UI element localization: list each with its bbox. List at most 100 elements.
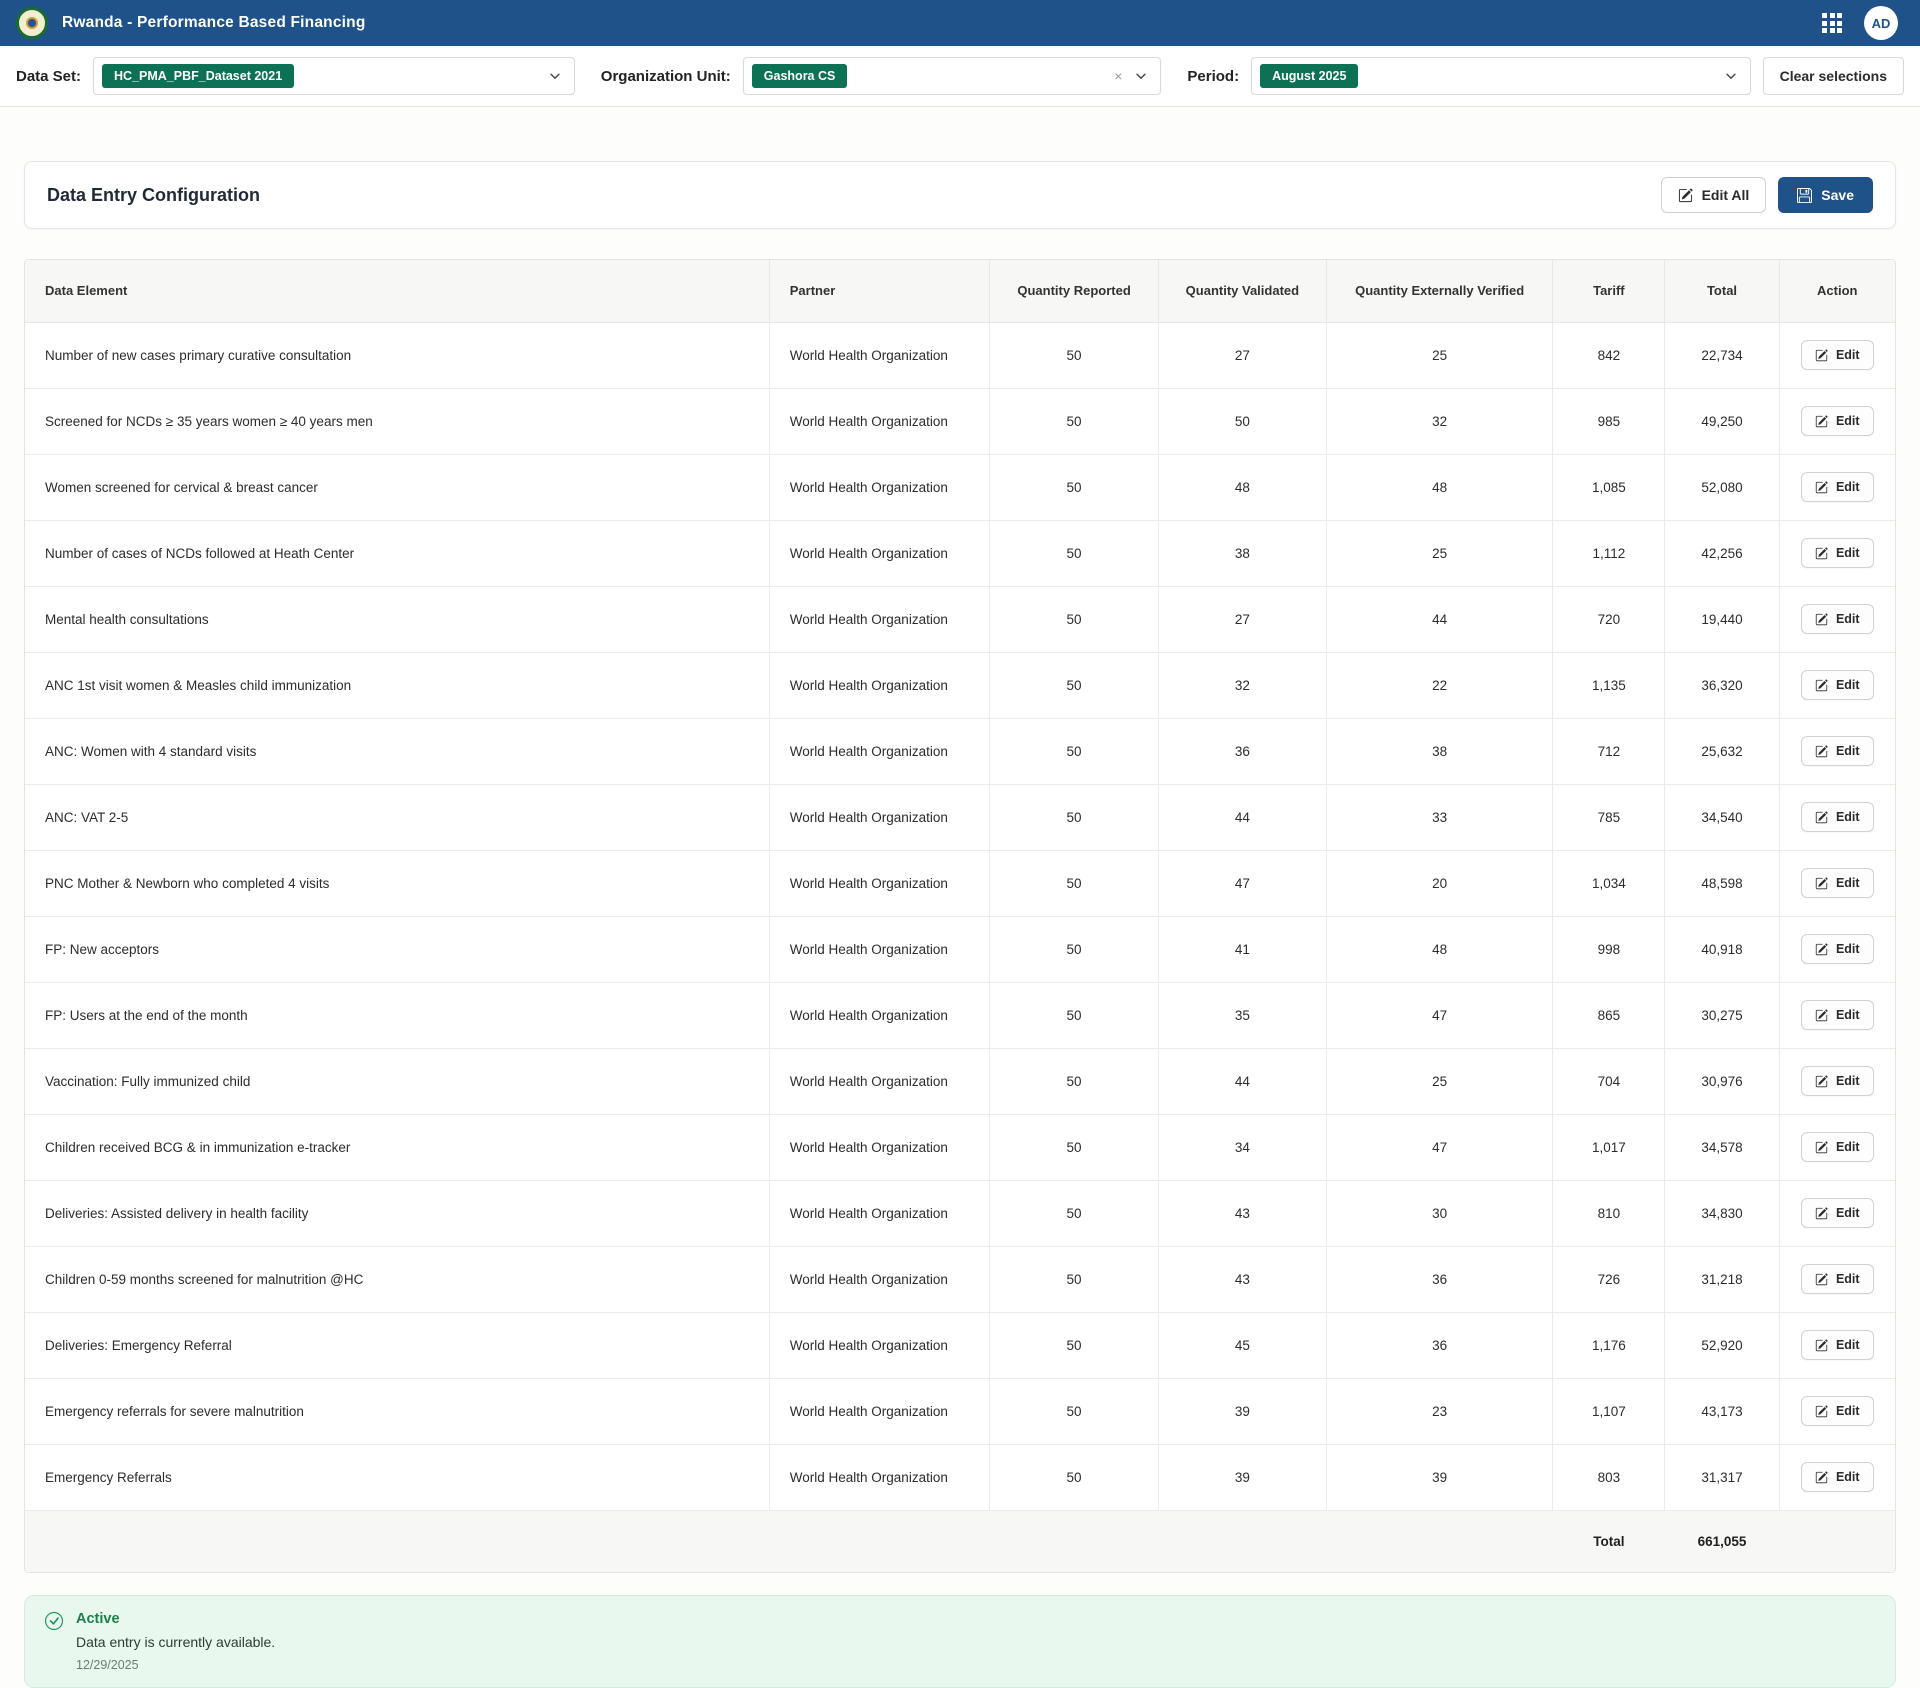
quantity-reported-cell: 50 bbox=[990, 916, 1158, 982]
tariff-cell: 1,135 bbox=[1553, 652, 1665, 718]
data-element-cell: FP: New acceptors bbox=[25, 916, 769, 982]
total-cell: 34,830 bbox=[1665, 1180, 1779, 1246]
table-row: PNC Mother & Newborn who completed 4 vis… bbox=[25, 850, 1895, 916]
action-cell: Edit bbox=[1779, 388, 1895, 454]
edit-label: Edit bbox=[1836, 678, 1860, 692]
tariff-cell: 1,112 bbox=[1553, 520, 1665, 586]
edit-row-button[interactable]: Edit bbox=[1801, 1000, 1874, 1030]
action-cell: Edit bbox=[1779, 982, 1895, 1048]
orgunit-tag: Gashora CS bbox=[752, 64, 848, 88]
edit-all-label: Edit All bbox=[1702, 187, 1750, 203]
edit-label: Edit bbox=[1836, 414, 1860, 428]
quantity-validated-cell: 44 bbox=[1158, 784, 1326, 850]
edit-row-button[interactable]: Edit bbox=[1801, 538, 1874, 568]
avatar[interactable]: AD bbox=[1864, 6, 1898, 40]
data-element-cell: Vaccination: Fully immunized child bbox=[25, 1048, 769, 1114]
edit-row-button[interactable]: Edit bbox=[1801, 1396, 1874, 1426]
col-quantity-validated: Quantity Validated bbox=[1158, 260, 1326, 322]
table-row: Women screened for cervical & breast can… bbox=[25, 454, 1895, 520]
edit-label: Edit bbox=[1836, 1272, 1860, 1286]
partner-cell: World Health Organization bbox=[769, 916, 990, 982]
clear-orgunit-icon[interactable]: × bbox=[1114, 68, 1122, 84]
edit-row-button[interactable]: Edit bbox=[1801, 802, 1874, 832]
orgunit-select[interactable]: Gashora CS × bbox=[743, 57, 1162, 95]
edit-label: Edit bbox=[1836, 744, 1860, 758]
partner-cell: World Health Organization bbox=[769, 1114, 990, 1180]
edit-all-button[interactable]: Edit All bbox=[1661, 177, 1767, 213]
total-cell: 25,632 bbox=[1665, 718, 1779, 784]
edit-label: Edit bbox=[1836, 480, 1860, 494]
data-element-cell: ANC 1st visit women & Measles child immu… bbox=[25, 652, 769, 718]
total-cell: 31,218 bbox=[1665, 1246, 1779, 1312]
quantity-externally-verified-cell: 44 bbox=[1327, 586, 1553, 652]
quantity-validated-cell: 34 bbox=[1158, 1114, 1326, 1180]
edit-row-button[interactable]: Edit bbox=[1801, 1198, 1874, 1228]
table-row: Number of new cases primary curative con… bbox=[25, 322, 1895, 388]
save-button[interactable]: Save bbox=[1778, 177, 1873, 213]
edit-row-button[interactable]: Edit bbox=[1801, 340, 1874, 370]
action-cell: Edit bbox=[1779, 586, 1895, 652]
edit-label: Edit bbox=[1836, 810, 1860, 824]
edit-row-button[interactable]: Edit bbox=[1801, 934, 1874, 964]
total-cell: 34,540 bbox=[1665, 784, 1779, 850]
tariff-cell: 842 bbox=[1553, 322, 1665, 388]
pencil-square-icon bbox=[1815, 1405, 1828, 1418]
partner-cell: World Health Organization bbox=[769, 388, 990, 454]
quantity-reported-cell: 50 bbox=[990, 1180, 1158, 1246]
dataset-select[interactable]: HC_PMA_PBF_Dataset 2021 bbox=[93, 57, 575, 95]
pencil-square-icon bbox=[1815, 547, 1828, 560]
quantity-validated-cell: 47 bbox=[1158, 850, 1326, 916]
quantity-externally-verified-cell: 39 bbox=[1327, 1444, 1553, 1510]
tariff-cell: 712 bbox=[1553, 718, 1665, 784]
quantity-externally-verified-cell: 38 bbox=[1327, 718, 1553, 784]
quantity-reported-cell: 50 bbox=[990, 1048, 1158, 1114]
edit-label: Edit bbox=[1836, 1074, 1860, 1088]
edit-row-button[interactable]: Edit bbox=[1801, 736, 1874, 766]
edit-row-button[interactable]: Edit bbox=[1801, 868, 1874, 898]
table-row: Deliveries: Assisted delivery in health … bbox=[25, 1180, 1895, 1246]
period-tag: August 2025 bbox=[1260, 64, 1358, 88]
pencil-square-icon bbox=[1815, 415, 1828, 428]
pencil-square-icon bbox=[1815, 1207, 1828, 1220]
orgunit-label: Organization Unit: bbox=[601, 68, 731, 85]
edit-row-button[interactable]: Edit bbox=[1801, 1264, 1874, 1294]
clear-selections-button[interactable]: Clear selections bbox=[1763, 57, 1904, 95]
apps-grid-icon[interactable] bbox=[1822, 13, 1842, 33]
edit-row-button[interactable]: Edit bbox=[1801, 1330, 1874, 1360]
pencil-square-icon bbox=[1815, 1141, 1828, 1154]
app-title: Rwanda - Performance Based Financing bbox=[62, 14, 366, 32]
action-cell: Edit bbox=[1779, 1114, 1895, 1180]
quantity-externally-verified-cell: 47 bbox=[1327, 982, 1553, 1048]
edit-row-button[interactable]: Edit bbox=[1801, 406, 1874, 436]
edit-row-button[interactable]: Edit bbox=[1801, 1462, 1874, 1492]
partner-cell: World Health Organization bbox=[769, 1444, 990, 1510]
total-cell: 34,578 bbox=[1665, 1114, 1779, 1180]
edit-row-button[interactable]: Edit bbox=[1801, 1066, 1874, 1096]
chevron-down-icon bbox=[1724, 69, 1738, 83]
edit-row-button[interactable]: Edit bbox=[1801, 472, 1874, 502]
quantity-validated-cell: 41 bbox=[1158, 916, 1326, 982]
edit-label: Edit bbox=[1836, 348, 1860, 362]
period-select[interactable]: August 2025 bbox=[1251, 57, 1751, 95]
page-title: Data Entry Configuration bbox=[47, 185, 260, 206]
total-cell: 30,275 bbox=[1665, 982, 1779, 1048]
edit-row-button[interactable]: Edit bbox=[1801, 604, 1874, 634]
edit-row-button[interactable]: Edit bbox=[1801, 670, 1874, 700]
quantity-reported-cell: 50 bbox=[990, 1246, 1158, 1312]
quantity-reported-cell: 50 bbox=[990, 850, 1158, 916]
quantity-validated-cell: 32 bbox=[1158, 652, 1326, 718]
data-element-cell: Emergency Referrals bbox=[25, 1444, 769, 1510]
quantity-externally-verified-cell: 22 bbox=[1327, 652, 1553, 718]
edit-label: Edit bbox=[1836, 546, 1860, 560]
quantity-reported-cell: 50 bbox=[990, 1378, 1158, 1444]
table-row: Mental health consultationsWorld Health … bbox=[25, 586, 1895, 652]
quantity-reported-cell: 50 bbox=[990, 322, 1158, 388]
data-element-cell: Deliveries: Assisted delivery in health … bbox=[25, 1180, 769, 1246]
partner-cell: World Health Organization bbox=[769, 1180, 990, 1246]
action-cell: Edit bbox=[1779, 322, 1895, 388]
action-cell: Edit bbox=[1779, 1048, 1895, 1114]
edit-row-button[interactable]: Edit bbox=[1801, 1132, 1874, 1162]
edit-label: Edit bbox=[1836, 1338, 1860, 1352]
edit-label: Edit bbox=[1836, 1008, 1860, 1022]
quantity-reported-cell: 50 bbox=[990, 586, 1158, 652]
